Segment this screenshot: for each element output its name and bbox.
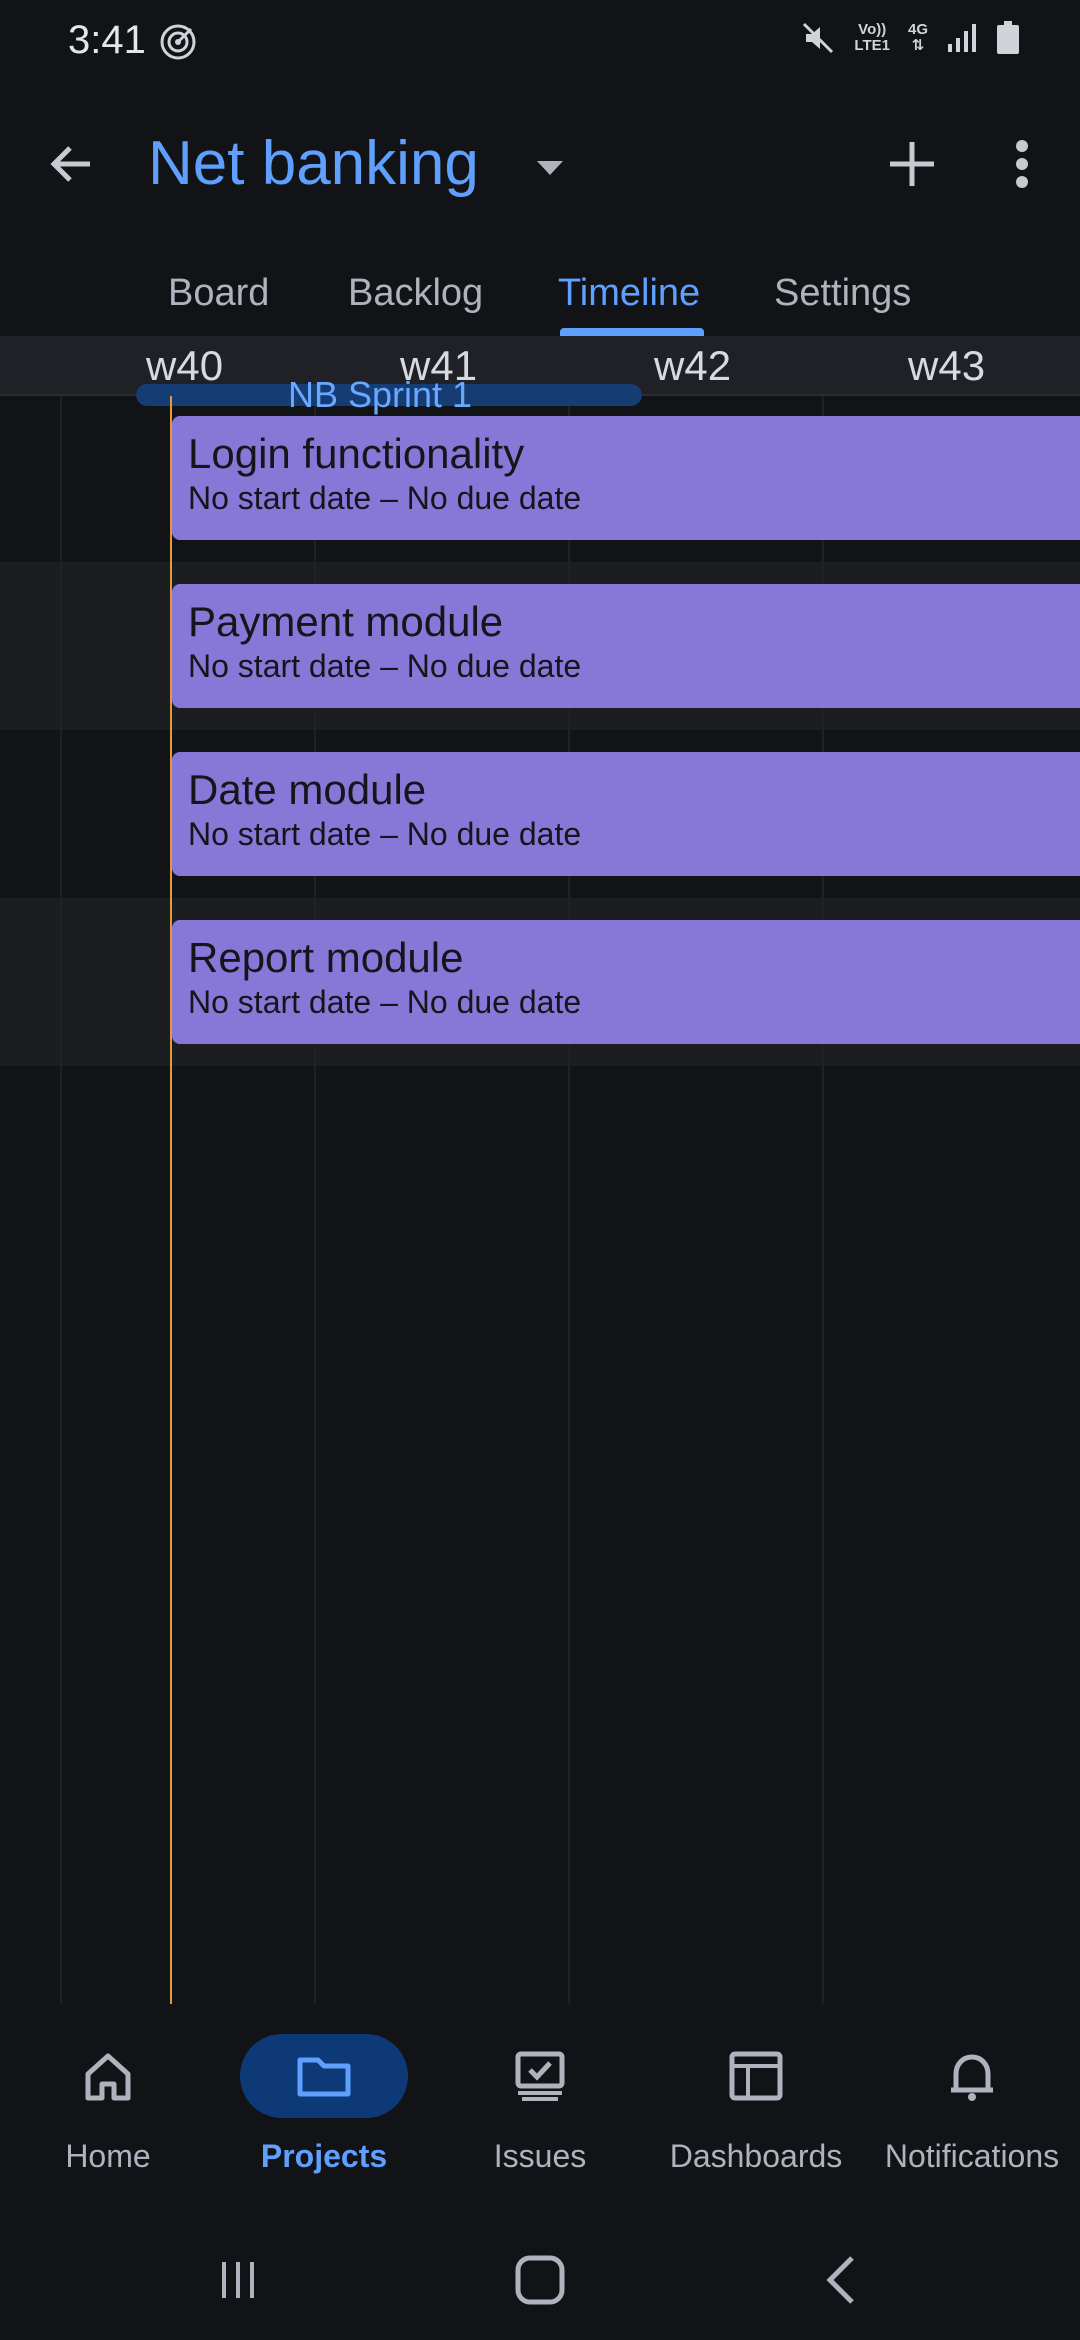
volte-indicator: Vo)) LTE1 (854, 21, 890, 54)
back-chevron-icon (826, 2256, 854, 2304)
mute-icon (800, 20, 836, 56)
more-options-button[interactable] (990, 132, 1054, 196)
project-dropdown-button[interactable] (530, 148, 570, 188)
tab-backlog[interactable]: Backlog (348, 272, 483, 315)
nav-dashboards[interactable]: Dashboards (656, 2034, 856, 2194)
nav-label: Notifications (884, 2138, 1060, 2174)
bell-icon (951, 2054, 993, 2101)
nav-notifications[interactable]: Notifications (872, 2034, 1072, 2194)
nav-issues[interactable]: Issues (440, 2034, 640, 2194)
issue-dates: No start date – No due date (188, 480, 582, 516)
issue-bar-date-module[interactable]: Date module No start date – No due date (172, 752, 1080, 876)
home-system-button[interactable] (500, 2248, 580, 2312)
week-label: w42 (654, 342, 732, 389)
nav-label: Projects (260, 2138, 388, 2174)
sprint-label: NB Sprint 1 (288, 374, 473, 415)
more-vertical-icon (1016, 140, 1028, 188)
recent-apps-icon (222, 2262, 254, 2298)
issue-bar-report-module[interactable]: Report module No start date – No due dat… (172, 920, 1080, 1044)
issue-dates: No start date – No due date (188, 816, 582, 852)
radar-app-icon (158, 22, 198, 62)
issue-title: Login functionality (188, 430, 525, 477)
folder-icon (297, 2057, 351, 2097)
back-arrow-icon (50, 146, 90, 182)
tab-active-indicator (560, 328, 704, 336)
issues-icon (515, 2051, 565, 2101)
app-bar: Net banking (0, 104, 1080, 224)
issue-bar-payment-module[interactable]: Payment module No start date – No due da… (172, 584, 1080, 708)
tab-settings[interactable]: Settings (774, 272, 911, 315)
nav-label: Issues (493, 2138, 587, 2174)
nav-label: Dashboards (669, 2138, 843, 2174)
today-marker-line (170, 396, 172, 2004)
status-time: 3:41 (68, 18, 146, 62)
tab-board[interactable]: Board (168, 272, 269, 315)
plus-icon (890, 142, 934, 186)
issue-title: Payment module (188, 598, 504, 645)
status-bar: 3:41 Vo)) LTE1 4G ⇅ (0, 0, 1080, 84)
week-label: w43 (908, 342, 986, 389)
home-icon (85, 2053, 131, 2101)
back-system-button[interactable] (802, 2248, 882, 2312)
tab-timeline[interactable]: Timeline (558, 272, 700, 315)
issue-bar-login-functionality[interactable]: Login functionality No start date – No d… (172, 416, 1080, 540)
signal-icon (946, 22, 978, 54)
issue-dates: No start date – No due date (188, 984, 582, 1020)
system-navigation-bar (0, 2220, 1080, 2340)
home-square-icon (515, 2255, 565, 2305)
issue-title: Report module (188, 934, 464, 981)
timeline-grid-line (60, 336, 62, 2004)
nav-label: Home (65, 2138, 151, 2174)
network-indicator: 4G ⇅ (907, 21, 928, 54)
issue-title: Date module (188, 766, 427, 813)
battery-icon (996, 21, 1020, 55)
project-tabs: Board Backlog Timeline Settings (0, 262, 1080, 336)
dashboard-icon (729, 2051, 783, 2101)
issue-dates: No start date – No due date (188, 648, 582, 684)
nav-projects[interactable]: Projects (224, 2034, 424, 2194)
bottom-navigation: Home Projects Issues Dashboards Notifica… (0, 2004, 1080, 2204)
timeline-view[interactable]: w40 w41 w42 w43 NB Sprint 1 Login functi… (0, 336, 1080, 2004)
add-button[interactable] (880, 132, 944, 196)
recent-apps-button[interactable] (198, 2248, 278, 2312)
back-button[interactable] (40, 132, 104, 196)
chevron-down-icon (537, 161, 563, 175)
nav-home[interactable]: Home (8, 2034, 208, 2194)
project-title[interactable]: Net banking (148, 128, 479, 199)
week-label: w40 (146, 342, 224, 389)
